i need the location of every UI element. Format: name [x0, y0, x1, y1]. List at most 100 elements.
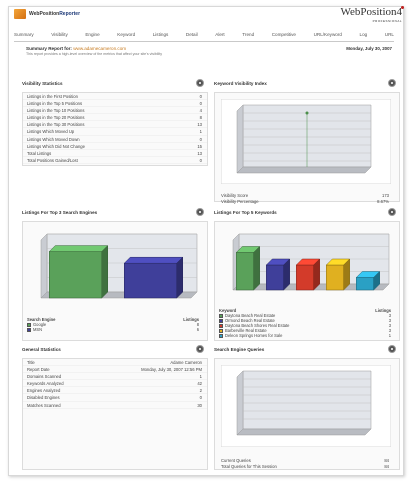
help-icon[interactable]: [196, 208, 204, 216]
table-row: Listings in the Top 5 Positions 0: [23, 100, 207, 108]
row-label: Keywords Analyzed: [27, 381, 64, 387]
legend-label: Deleon Springs Homes for Sale: [225, 333, 283, 338]
nav-log[interactable]: Log: [360, 32, 368, 37]
search-queries-box: Current Queries 84 Total Queries for This…: [214, 358, 400, 470]
summary-date: Monday, July 30, 2007: [346, 46, 392, 51]
queries-trend-chart: [220, 364, 392, 448]
table-row: Title Adame Cameron: [23, 359, 207, 367]
bar-2: [123, 256, 184, 299]
table-row: Listings in the Top 20 Positions 8: [23, 114, 207, 122]
table-row: Listings Which Moved Up 1: [23, 128, 207, 136]
row-value: 13: [197, 122, 202, 128]
nav-url-keyword[interactable]: URL/Keyword: [314, 32, 342, 37]
summary-description: This report provides a high-level overvi…: [26, 52, 163, 56]
panel-header: Search Engine Queries: [214, 345, 400, 355]
row-label: Listings in the Top 5 Positions: [27, 101, 83, 107]
keywords-bar-chart: [232, 233, 390, 291]
panel-header: Listings For Top 3 Search Engines: [22, 208, 208, 218]
row-value: 30: [197, 402, 202, 408]
top5-keywords-panel: Listings For Top 5 Keywords Keyword Listi…: [214, 208, 400, 341]
legend-value: 6: [196, 327, 199, 332]
row-value: Adame Cameron: [170, 360, 202, 365]
top3-engines-box: Search Engine Listings Google 8 MSN 6: [22, 221, 208, 341]
legend-value: 1: [388, 333, 391, 338]
summary-site-link[interactable]: www.adamecameron.com: [73, 46, 126, 51]
panel-header: General Statistics: [22, 345, 208, 355]
panel-title: Keyword Visibility Index: [214, 81, 267, 86]
nav-detail[interactable]: Detail: [186, 32, 198, 37]
row-value: Monday, July 30, 2007 12:56 PM: [141, 367, 202, 373]
help-icon[interactable]: [388, 345, 396, 353]
top3-engines-panel: Listings For Top 3 Search Engines Search…: [22, 208, 208, 341]
table-row: Disabled Engines 0: [23, 394, 207, 402]
nav-keyword[interactable]: Keyword: [117, 32, 135, 37]
panel-header: Keyword Visibility Index: [214, 79, 400, 89]
table-row: Listings Which Did Not Change 15: [23, 143, 207, 150]
nav-trend[interactable]: Trend: [242, 32, 254, 37]
nav-competitive[interactable]: Competitive: [272, 32, 296, 37]
row-value: 8: [199, 115, 202, 121]
visibility-percentage-row: Visibility Percentage 8.67%: [221, 198, 389, 204]
table-row: Domains Scanned 1: [23, 373, 207, 381]
table-row: Matches Scanned 30: [23, 402, 207, 409]
row-label: Matches Scanned: [27, 402, 61, 408]
panel-title: General Statistics: [22, 347, 61, 352]
help-icon[interactable]: [388, 208, 396, 216]
row-value: 15: [197, 143, 202, 149]
row-value: 1: [199, 129, 202, 135]
legend-swatch-icon: [27, 328, 31, 332]
help-icon[interactable]: [196, 345, 204, 353]
table-row: Listings in the First Position 0: [23, 93, 207, 101]
row-value: 0: [199, 157, 202, 163]
row-value: 1: [199, 374, 202, 380]
row-value: 0: [199, 94, 202, 99]
row-label: Engines Analyzed: [27, 388, 61, 394]
table-row: Total Positions Gained/Lost 0: [23, 157, 207, 164]
keyword-visibility-panel: Keyword Visibility Index Visibility Scor…: [214, 79, 400, 204]
panel-title: Search Engine Queries: [214, 347, 265, 352]
help-icon[interactable]: [388, 79, 396, 87]
table-row: Listings Which Moved Down 0: [23, 136, 207, 143]
nav-visibility[interactable]: Visibility: [51, 32, 68, 37]
reporter-logo-icon: [14, 9, 26, 19]
nav-engine[interactable]: Engine: [85, 32, 99, 37]
row-label: Title: [27, 360, 35, 365]
row-value: 0: [199, 136, 202, 142]
row-label: Listings in the Top 30 Positions: [27, 122, 85, 128]
row-label: Listings in the Top 10 Positions: [27, 108, 85, 114]
summary-title: Summary Report for: www.adamecameron.com: [26, 46, 127, 51]
row-label: Total Positions Gained/Lost: [27, 157, 78, 163]
panel-header: Listings For Top 5 Keywords: [214, 208, 400, 218]
keywords-legend: Keyword Listings Daytona Beach Real Estat…: [219, 308, 395, 338]
brand-name: WebPositionReporter: [29, 11, 81, 17]
row-value: 42: [197, 381, 202, 387]
row-label: Report Date: [27, 367, 50, 373]
queries-metrics: Current Queries 84 Total Queries for This…: [221, 458, 393, 469]
nav-alert[interactable]: Alert: [215, 32, 224, 37]
row-label: Listings in the First Position: [27, 94, 78, 99]
status-dot: [401, 6, 404, 9]
total-queries-row: Total Queries for This Session 84: [221, 463, 389, 469]
nav-divider: [14, 41, 394, 42]
bar-1: [48, 244, 109, 299]
nav-listings[interactable]: Listings: [153, 32, 169, 37]
general-statistics-panel: General Statistics Title Adame Cameron Rep…: [22, 345, 208, 470]
row-label: Listings Which Moved Down: [27, 136, 80, 142]
brand: WebPositionReporter: [14, 9, 80, 19]
visibility-trend-chart: [220, 98, 392, 185]
panel-title: Visibility Statistics: [22, 81, 63, 86]
bar-4: [325, 258, 351, 291]
panel-title: Listings For Top 5 Keywords: [214, 210, 277, 215]
row-value: 2: [199, 388, 202, 394]
nav-summary[interactable]: Summary: [14, 32, 34, 37]
help-icon[interactable]: [196, 79, 204, 87]
row-value: 0: [199, 395, 202, 401]
bar-5: [355, 270, 381, 291]
panel-title: Listings For Top 3 Search Engines: [22, 210, 98, 215]
row-label: Domains Scanned: [27, 374, 62, 380]
row-label: Disabled Engines: [27, 395, 60, 401]
table-row: Report Date Monday, July 30, 2007 12:56 P…: [23, 366, 207, 374]
nav-url[interactable]: URL: [385, 32, 394, 37]
engines-legend: Search Engine Listings Google 8 MSN 6: [27, 317, 203, 332]
legend-item: Deleon Springs Homes for Sale 1: [219, 333, 395, 338]
